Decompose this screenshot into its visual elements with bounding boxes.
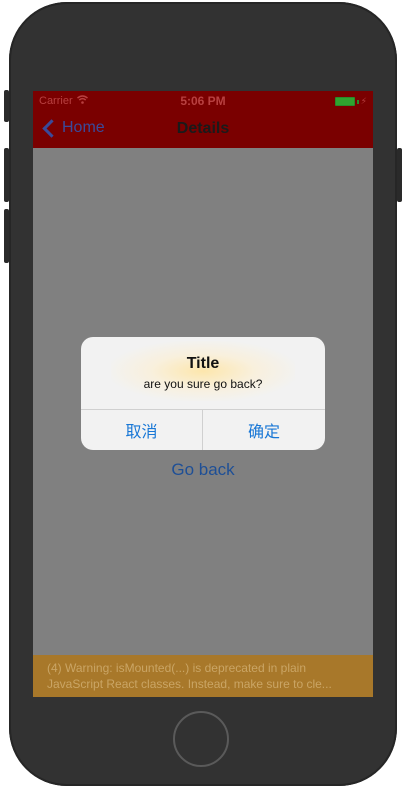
mute-switch <box>4 90 9 122</box>
warning-line-1: (4) Warning: isMounted(...) is deprecate… <box>47 661 307 675</box>
status-bar: Carrier 5:06 PM ⚡ <box>33 91 373 111</box>
battery-icon: ⚡ <box>334 96 367 107</box>
status-time: 5:06 PM <box>180 94 226 108</box>
volume-up-button <box>4 148 9 202</box>
screen: Carrier 5:06 PM ⚡ Home Details Go back T… <box>33 91 373 697</box>
page-title: Details <box>176 120 230 137</box>
volume-down-button <box>4 209 9 263</box>
alert-title: Title <box>186 355 220 372</box>
warning-line-2: JavaScript React classes. Instead, make … <box>47 677 332 691</box>
home-button[interactable] <box>173 711 229 767</box>
navigation-bar: Home Details <box>33 111 373 148</box>
cancel-button[interactable]: 取消 <box>81 410 202 450</box>
alert-message: are you sure go back? <box>143 377 263 391</box>
charging-icon: ⚡ <box>360 96 367 106</box>
confirm-button[interactable]: 确定 <box>203 410 325 450</box>
yellow-box-warning[interactable]: (4) Warning: isMounted(...) is deprecate… <box>33 655 373 697</box>
alert-dialog: Title are you sure go back? 取消 确定 <box>81 337 325 450</box>
power-button <box>397 148 402 202</box>
go-back-link[interactable]: Go back <box>33 460 373 480</box>
